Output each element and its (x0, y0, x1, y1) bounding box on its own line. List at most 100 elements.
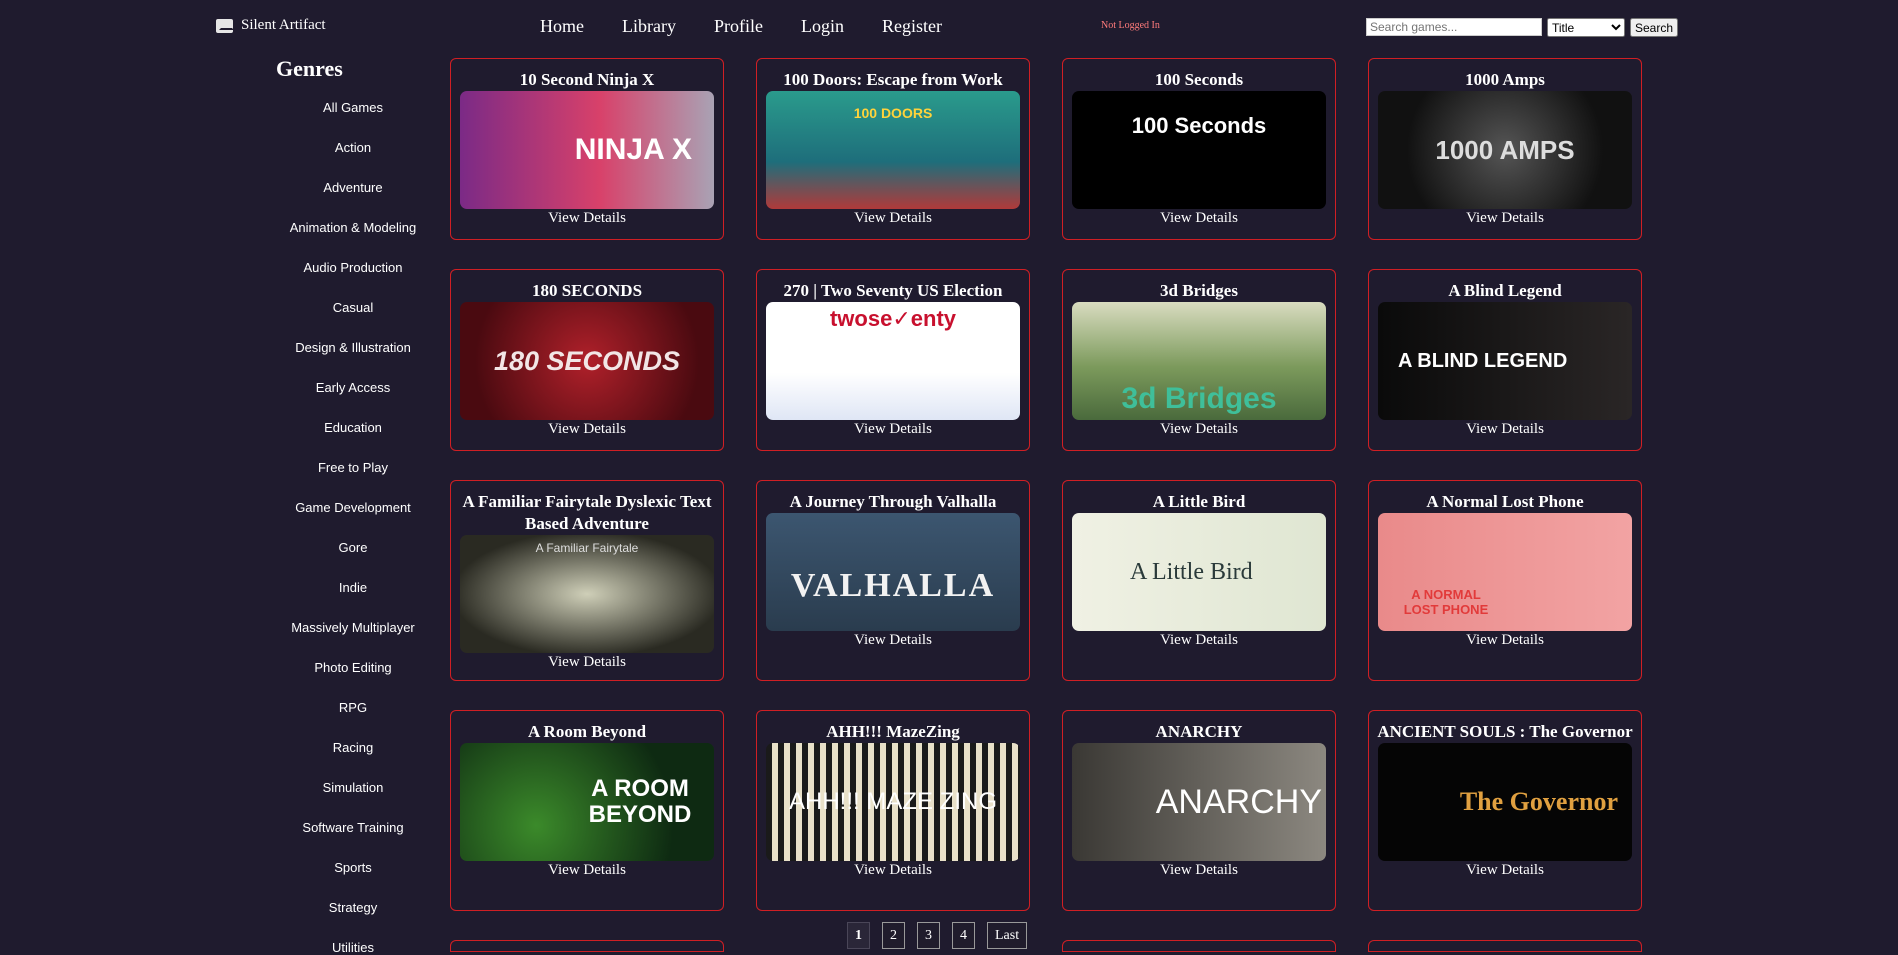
genre-adventure[interactable]: Adventure (258, 180, 448, 195)
view-details-link[interactable]: View Details (451, 654, 723, 671)
game-thumbnail[interactable]: The Governor (1378, 743, 1632, 861)
thumbnail-art-text: 3d Bridges (1121, 382, 1277, 415)
login-status: Not Logged In (1101, 20, 1160, 31)
genre-early-access[interactable]: Early Access (258, 380, 448, 395)
page-4-button[interactable]: 4 (952, 922, 975, 949)
genre-casual[interactable]: Casual (258, 300, 448, 315)
genre-audio-production[interactable]: Audio Production (258, 260, 448, 275)
view-details-link[interactable]: View Details (1369, 210, 1641, 227)
view-details-link[interactable]: View Details (757, 210, 1029, 227)
search-filter-select[interactable]: Title (1547, 18, 1625, 37)
page-3-button[interactable]: 3 (917, 922, 940, 949)
genre-design-illustration[interactable]: Design & Illustration (258, 340, 448, 355)
genre-strategy[interactable]: Strategy (258, 900, 448, 915)
nav-login[interactable]: Login (801, 16, 844, 37)
game-thumbnail[interactable]: AHH!!! MAZE ZING (766, 743, 1020, 861)
genre-simulation[interactable]: Simulation (258, 780, 448, 795)
game-card[interactable]: 180 SECONDS 180 SECONDS View Details (450, 269, 724, 451)
view-details-link[interactable]: View Details (1063, 210, 1335, 227)
view-details-link[interactable]: View Details (451, 421, 723, 438)
game-thumbnail[interactable]: A Little Bird (1072, 513, 1326, 631)
genre-photo-editing[interactable]: Photo Editing (258, 660, 448, 675)
genre-game-development[interactable]: Game Development (258, 500, 448, 515)
genre-sports[interactable]: Sports (258, 860, 448, 875)
game-title: 270 | Two Seventy US Election (783, 281, 1003, 300)
page-2-button[interactable]: 2 (882, 922, 905, 949)
nav-register[interactable]: Register (882, 16, 942, 37)
genre-free-to-play[interactable]: Free to Play (258, 460, 448, 475)
game-card[interactable]: A Little Bird A Little Bird View Details (1062, 480, 1336, 681)
game-card[interactable]: ANARCHY ANARCHY View Details (1062, 710, 1336, 911)
game-card[interactable]: 10 Second Ninja X NINJA X View Details (450, 58, 724, 240)
game-thumbnail[interactable]: 1000 AMPS (1378, 91, 1632, 209)
game-card[interactable]: AHH!!! MazeZing AHH!!! MAZE ZING View De… (756, 710, 1030, 911)
genre-indie[interactable]: Indie (258, 580, 448, 595)
view-details-link[interactable]: View Details (451, 862, 723, 879)
nav-library[interactable]: Library (622, 16, 676, 37)
brand[interactable]: Silent Artifact (216, 17, 326, 34)
genre-software-training[interactable]: Software Training (258, 820, 448, 835)
game-card[interactable]: A Familiar Fairytale Dyslexic Text Based… (450, 480, 724, 681)
view-details-link[interactable]: View Details (1369, 421, 1641, 438)
search-button[interactable]: Search (1630, 18, 1679, 37)
search-input[interactable] (1366, 18, 1542, 36)
game-thumbnail[interactable]: ANARCHY (1072, 743, 1326, 861)
genre-all-games[interactable]: All Games (258, 100, 448, 115)
game-thumbnail[interactable]: A BLIND LEGEND (1378, 302, 1632, 420)
game-card[interactable]: A Room Beyond A ROOM BEYOND View Details (450, 710, 724, 911)
game-thumbnail[interactable]: 100 DOORS (766, 91, 1020, 209)
thumbnail-art-text: A ROOM BEYOND (588, 775, 692, 828)
genre-massively-multiplayer[interactable]: Massively Multiplayer (258, 620, 448, 635)
game-thumbnail[interactable]: A NORMAL LOST PHONE (1378, 513, 1632, 631)
thumbnail-art-text: A NORMAL LOST PHONE (1403, 587, 1489, 617)
game-thumbnail[interactable]: 180 SECONDS (460, 302, 714, 420)
game-card[interactable]: A Blind Legend A BLIND LEGEND View Detai… (1368, 269, 1642, 451)
game-card[interactable]: 100 Doors: Escape from Work 100 DOORS Vi… (756, 58, 1030, 240)
game-title: ANCIENT SOULS : The Governor (1377, 722, 1633, 741)
game-card[interactable]: A Normal Lost Phone A NORMAL LOST PHONE … (1368, 480, 1642, 681)
thumbnail-art-text: A Familiar Fairytale (535, 541, 639, 555)
game-card[interactable]: A Journey Through Valhalla VALHALLA View… (756, 480, 1030, 681)
genre-education[interactable]: Education (258, 420, 448, 435)
game-thumbnail[interactable]: A Familiar Fairytale (460, 535, 714, 653)
game-title: A Journey Through Valhalla (789, 492, 997, 511)
view-details-link[interactable]: View Details (451, 210, 723, 227)
game-thumbnail[interactable]: 100 Seconds (1072, 91, 1326, 209)
thumbnail-art-text: AHH!!! MAZE ZING (788, 788, 997, 815)
game-thumbnail[interactable]: A ROOM BEYOND (460, 743, 714, 861)
game-title: 100 Seconds (1154, 70, 1244, 89)
game-title: 180 SECONDS (531, 281, 643, 300)
view-details-link[interactable]: View Details (1369, 632, 1641, 649)
last-page-button[interactable]: Last (987, 922, 1028, 949)
game-thumbnail[interactable]: twose✓enty (766, 302, 1020, 420)
game-card[interactable]: 1000 Amps 1000 AMPS View Details (1368, 58, 1642, 240)
nav-profile[interactable]: Profile (714, 16, 763, 37)
view-details-link[interactable]: View Details (1063, 632, 1335, 649)
view-details-link[interactable]: View Details (1063, 862, 1335, 879)
genre-sidebar: Genres All Games Action Adventure Animat… (258, 56, 448, 955)
genre-racing[interactable]: Racing (258, 740, 448, 755)
game-card[interactable]: 3d Bridges 3d Bridges View Details (1062, 269, 1336, 451)
genre-animation-modeling[interactable]: Animation & Modeling (258, 220, 448, 235)
view-details-link[interactable]: View Details (757, 632, 1029, 649)
genre-action[interactable]: Action (258, 140, 448, 155)
genre-rpg[interactable]: RPG (258, 700, 448, 715)
game-card[interactable]: ANCIENT SOULS : The Governor The Governo… (1368, 710, 1642, 911)
thumbnail-art-text: 180 SECONDS (493, 345, 681, 376)
game-thumbnail[interactable]: VALHALLA (766, 513, 1020, 631)
game-title: 3d Bridges (1160, 281, 1238, 300)
game-title: A Room Beyond (527, 722, 647, 741)
game-card[interactable]: 100 Seconds 100 Seconds View Details (1062, 58, 1336, 240)
game-thumbnail[interactable]: NINJA X (460, 91, 714, 209)
nav-home[interactable]: Home (540, 16, 584, 37)
view-details-link[interactable]: View Details (757, 862, 1029, 879)
game-title: A Familiar Fairytale Dyslexic Text Based… (462, 492, 712, 533)
game-card[interactable]: 270 | Two Seventy US Election twose✓enty… (756, 269, 1030, 451)
view-details-link[interactable]: View Details (1063, 421, 1335, 438)
game-thumbnail[interactable]: 3d Bridges (1072, 302, 1326, 420)
genre-utilities[interactable]: Utilities (258, 940, 448, 955)
genre-gore[interactable]: Gore (258, 540, 448, 555)
view-details-link[interactable]: View Details (757, 421, 1029, 438)
page-1-button[interactable]: 1 (847, 922, 870, 949)
view-details-link[interactable]: View Details (1369, 862, 1641, 879)
